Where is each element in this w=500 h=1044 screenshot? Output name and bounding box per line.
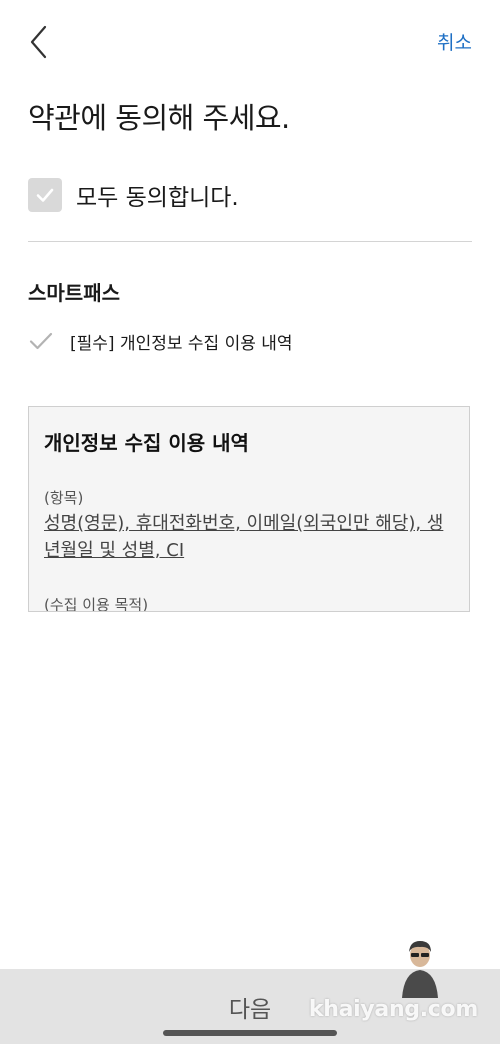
agree-all-label: 모두 동의합니다. [76,185,239,211]
term-label: [필수] 개인정보 수집 이용 내역 [70,333,293,354]
check-icon [29,332,53,350]
chevron-left-icon [30,25,47,59]
terms-detail-box[interactable]: 개인정보 수집 이용 내역 (항목) 성명(영문), 휴대전화번호, 이메일(외… [28,406,470,612]
back-button[interactable] [24,22,54,62]
check-icon [36,188,54,202]
terms-items-text: 성명(영문), 휴대전화번호, 이메일(외국인만 해당), 생년월일 및 성별,… [44,513,444,561]
terms-agreement-screen: 취소 약관에 동의해 주세요. 모두 동의합니다. 스마트패스 [필수] 개인정… [0,0,500,1044]
agree-all-checkbox[interactable] [28,178,62,212]
terms-items-heading: (항목) [44,489,84,507]
term-item-privacy[interactable]: [필수] 개인정보 수집 이용 내역 [28,328,293,354]
avatar-watermark-icon [402,941,438,998]
terms-purpose-heading: (수집 이용 목적) [44,596,149,612]
divider [28,241,472,242]
watermark-text: khaiyang.com [308,997,478,1022]
terms-box-title: 개인정보 수집 이용 내역 [44,431,249,455]
home-indicator[interactable] [163,1030,337,1036]
section-title: 스마트패스 [28,281,120,305]
agree-all-checkbox-row[interactable]: 모두 동의합니다. [28,178,239,212]
term-checkbox[interactable] [28,328,54,354]
cancel-button[interactable]: 취소 [437,28,472,55]
page-title: 약관에 동의해 주세요. [28,101,290,135]
